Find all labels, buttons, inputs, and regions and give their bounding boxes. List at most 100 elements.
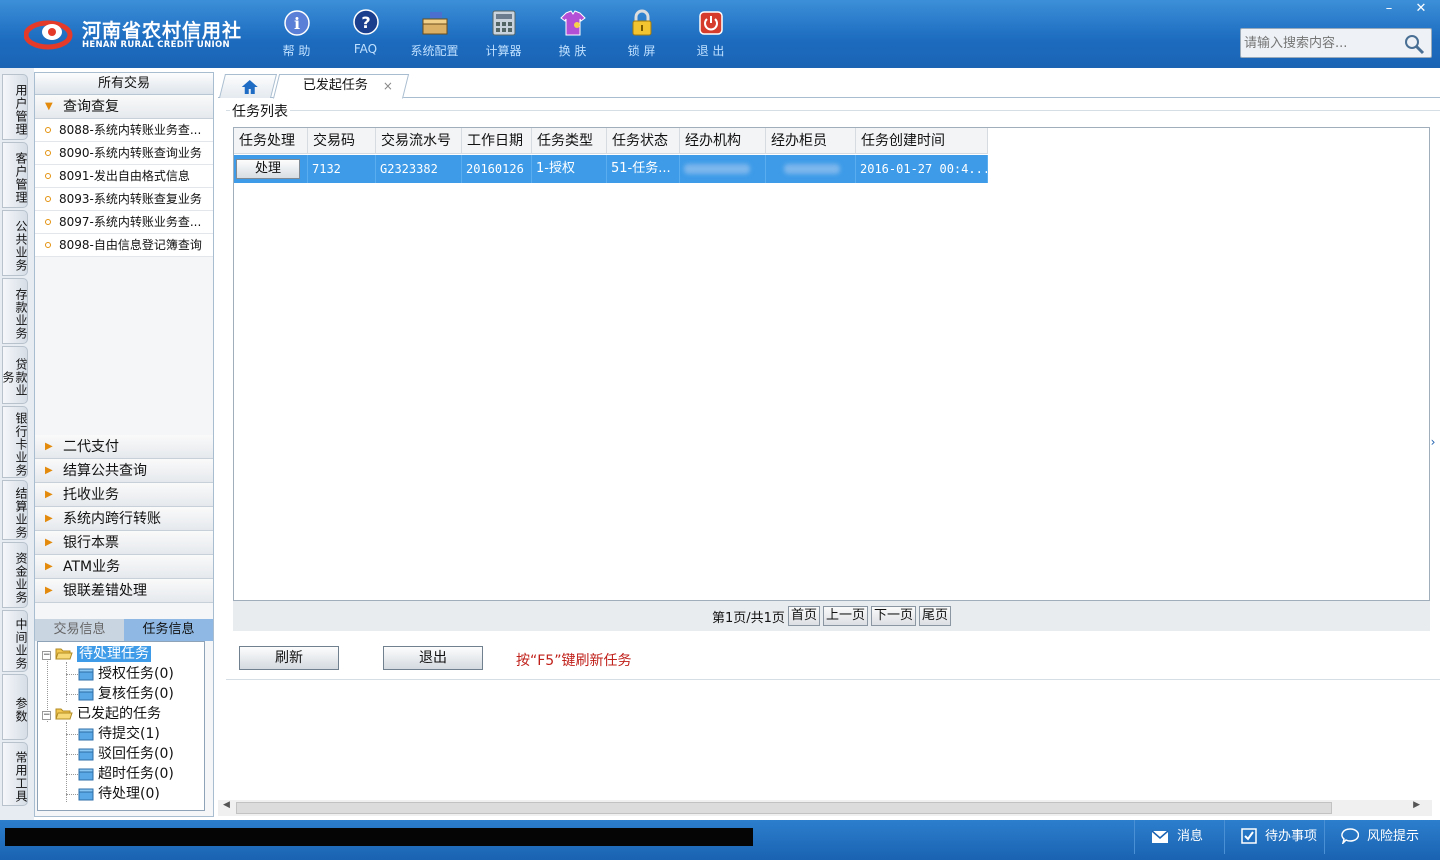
last-page-button[interactable]: 尾页 (918, 606, 951, 626)
risk-alert-button[interactable]: 风险提示 (1324, 820, 1434, 854)
sidebar-item-8093[interactable]: 8093-系统内转账查复业务 (35, 188, 213, 211)
search-icon[interactable] (1403, 33, 1425, 55)
tree-connector (66, 734, 78, 735)
cell-created-time: 2016-01-27 00:4... (856, 155, 988, 183)
vnav-public-business[interactable]: 公共业务 (2, 210, 28, 276)
search-input[interactable] (1241, 29, 1401, 57)
sidebar-subtabs: 交易信息 任务信息 (35, 619, 213, 641)
close-window-button[interactable]: ✕ (1406, 0, 1436, 18)
table-header: 任务处理 交易码 交易流水号 工作日期 任务类型 任务状态 经办机构 经办柜员 … (234, 128, 988, 154)
vnav-deposit-business[interactable]: 存款业务 (2, 278, 28, 344)
vnav-intermediate-business[interactable]: 中间业务 (2, 610, 28, 672)
tree-node-label: 驳回任务(0) (98, 746, 174, 762)
tree-node-label: 待处理(0) (98, 786, 160, 802)
vnav-user-management[interactable]: 用户管理 (2, 74, 28, 140)
minimize-button[interactable]: – (1374, 0, 1404, 18)
exit-app-button[interactable]: 退 出 (676, 8, 745, 62)
sidebar-group-second-gen-payment[interactable]: ▶ 二代支付 (35, 435, 213, 459)
sidebar-item-8097[interactable]: 8097-系统内转账业务查... (35, 211, 213, 234)
tree-node-review-tasks[interactable]: 复核任务(0) (78, 684, 174, 704)
section-title: 任务列表 (230, 101, 290, 121)
vnav-common-tools[interactable]: 常用工具 (2, 742, 28, 806)
tree-node-auth-tasks[interactable]: 授权任务(0) (78, 664, 174, 684)
bullet-icon (45, 219, 51, 225)
tree-node-rejected[interactable]: 驳回任务(0) (78, 744, 174, 764)
messages-button[interactable]: 消息 (1134, 820, 1224, 854)
logo: 河南省农村信用社 HENAN RURAL CREDIT UNION (24, 14, 241, 54)
calculator-icon (492, 10, 515, 36)
tree-node-initiated-tasks[interactable]: − 已发起的任务 (42, 704, 161, 724)
sidebar-group-query-reply[interactable]: ▼ 查询查复 (35, 95, 213, 119)
chevron-right-icon: ▶ (45, 585, 53, 596)
column-header[interactable]: 交易流水号 (376, 128, 462, 154)
column-header[interactable]: 任务状态 (607, 128, 680, 154)
vnav-settlement-business[interactable]: 结算业务 (2, 480, 28, 540)
cell-work-date: 20160126 (462, 155, 532, 183)
vnav-loan-business[interactable]: 贷款业务 (1, 346, 28, 404)
sidebar-group-interbank-transfer[interactable]: ▶ 系统内跨行转账 (35, 507, 213, 531)
refresh-button[interactable]: 刷新 (239, 646, 339, 670)
subtab-transaction-info[interactable]: 交易信息 (35, 619, 124, 641)
sidebar-group-cashier-check[interactable]: ▶ 银行本票 (35, 531, 213, 555)
todo-button[interactable]: 待办事项 (1224, 820, 1324, 854)
sidebar-item-8091[interactable]: 8091-发出自由格式信息 (35, 165, 213, 188)
expand-panel-handle[interactable]: › (1428, 422, 1438, 462)
sidebar-item-8098[interactable]: 8098-自由信息登记簿查询 (35, 234, 213, 257)
tree-node-timeout[interactable]: 超时任务(0) (78, 764, 174, 784)
scrollbar-thumb[interactable] (236, 802, 1332, 814)
tab-initiated-tasks[interactable]: 已发起任务 × (272, 74, 410, 99)
column-header[interactable]: 任务类型 (532, 128, 607, 154)
risk-alert-label: 风险提示 (1367, 829, 1420, 844)
column-header[interactable]: 工作日期 (462, 128, 532, 154)
process-button[interactable]: 处理 (236, 159, 300, 179)
tree-connector (66, 794, 78, 795)
sidebar-item-8088[interactable]: 8088-系统内转账业务查... (35, 119, 213, 142)
sidebar-group-unionpay-error[interactable]: ▶ 银联差错处理 (35, 579, 213, 603)
column-header[interactable]: 经办柜员 (766, 128, 856, 154)
vnav-parameters[interactable]: 参数 (2, 674, 28, 740)
lock-screen-button[interactable]: 锁 屏 (607, 8, 676, 62)
prev-page-button[interactable]: 上一页 (822, 606, 868, 626)
sidebar-group-settlement-query[interactable]: ▶ 结算公共查询 (35, 459, 213, 483)
table-row[interactable]: 处理 7132 G2323382 20160126 1-授权 51-任务... … (234, 155, 988, 183)
tree-node-to-process[interactable]: 待处理(0) (78, 784, 160, 804)
tab-home[interactable] (219, 74, 277, 98)
horizontal-scrollbar[interactable]: ◀ ▶ (218, 800, 1432, 816)
folder-icon (78, 768, 94, 781)
vnav-customer-management[interactable]: 客户管理 (2, 142, 28, 208)
column-header[interactable]: 交易码 (308, 128, 376, 154)
first-page-button[interactable]: 首页 (787, 606, 820, 626)
collapse-icon[interactable]: − (42, 651, 51, 660)
column-header[interactable]: 任务处理 (234, 128, 308, 154)
tree-node-label: 超时任务(0) (98, 766, 174, 782)
toolbox-icon (422, 12, 447, 35)
collapse-icon[interactable]: − (42, 711, 51, 720)
help-button[interactable]: i 帮 助 (262, 8, 331, 62)
column-header[interactable]: 任务创建时间 (856, 128, 988, 154)
tree-node-pending-tasks[interactable]: − 待处理任务 (42, 644, 151, 664)
tree-connector (66, 662, 67, 702)
tree-node-to-submit[interactable]: 待提交(1) (78, 724, 160, 744)
tree-node-label: 待提交(1) (98, 726, 160, 742)
system-config-button[interactable]: 系统配置 (400, 8, 469, 62)
sidebar-item-label: 8093-系统内转账查复业务 (59, 192, 202, 206)
column-header[interactable]: 经办机构 (680, 128, 766, 154)
close-icon[interactable]: × (383, 75, 393, 97)
calculator-button[interactable]: 计算器 (469, 8, 538, 62)
scroll-right-icon[interactable]: ▶ (1413, 800, 1420, 810)
help-icon: i (283, 10, 310, 36)
faq-button[interactable]: ? FAQ (331, 8, 400, 62)
chevron-right-icon: ▶ (45, 561, 53, 572)
subtab-task-info[interactable]: 任务信息 (124, 619, 213, 641)
skin-button[interactable]: 换 肤 (538, 8, 607, 62)
sidebar-group-atm[interactable]: ▶ ATM业务 (35, 555, 213, 579)
scroll-left-icon[interactable]: ◀ (223, 800, 230, 810)
tree-connector (66, 674, 78, 675)
next-page-button[interactable]: 下一页 (870, 606, 916, 626)
exit-button[interactable]: 退出 (383, 646, 483, 670)
sidebar-group-collection[interactable]: ▶ 托收业务 (35, 483, 213, 507)
vnav-bank-card-business[interactable]: 银行卡业务 (2, 406, 28, 478)
transaction-sidebar: 所有交易 ▼ 查询查复 8088-系统内转账业务查... 8090-系统内转账查… (34, 72, 214, 817)
sidebar-item-8090[interactable]: 8090-系统内转账查询业务 (35, 142, 213, 165)
vnav-funds-business[interactable]: 资金业务 (2, 542, 28, 608)
